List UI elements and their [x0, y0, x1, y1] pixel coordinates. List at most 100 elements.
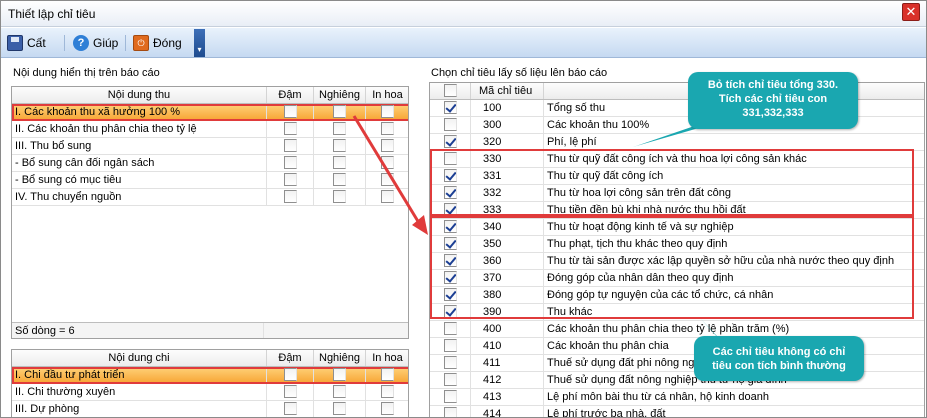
- toolbar: Cất ? Giúp ⏻ Đóng ▾: [1, 28, 926, 58]
- column-header-code[interactable]: Mã chỉ tiêu: [471, 83, 544, 99]
- italic-checkbox[interactable]: [333, 105, 346, 118]
- table-row[interactable]: IV. Thu chuyển nguồn: [12, 189, 408, 206]
- uppercase-checkbox[interactable]: [381, 139, 394, 152]
- bold-checkbox[interactable]: [283, 105, 297, 118]
- bold-cell: [267, 367, 314, 383]
- uppercase-cell: [366, 384, 408, 400]
- uppercase-checkbox[interactable]: [381, 122, 394, 135]
- select-all-header[interactable]: [430, 83, 471, 99]
- grid-footer: Số dòng = 6: [12, 322, 408, 338]
- table-row[interactable]: I. Các khoản thu xã hưởng 100 %: [12, 104, 408, 121]
- italic-checkbox[interactable]: [333, 122, 346, 135]
- checkbox-cell: [430, 372, 471, 388]
- close-button[interactable]: ⏻ Đóng: [133, 33, 182, 53]
- italic-checkbox[interactable]: [333, 156, 346, 169]
- indicator-code: 411: [471, 355, 544, 371]
- italic-cell: [314, 138, 366, 154]
- table-row[interactable]: III. Dự phòng: [12, 401, 408, 417]
- table-row[interactable]: II. Các khoản thu phân chia theo tỷ lệ: [12, 121, 408, 138]
- bold-checkbox[interactable]: [283, 368, 297, 381]
- column-header-uppercase[interactable]: In hoa: [366, 87, 408, 103]
- italic-checkbox[interactable]: [333, 385, 346, 398]
- title-bar: Thiết lập chỉ tiêu ✕: [1, 1, 926, 27]
- settings-window: Thiết lập chỉ tiêu ✕ Cất ? Giúp ⏻ Đóng ▾…: [0, 0, 927, 418]
- expense-content-grid: Nội dung chi Đậm Nghiêng In hoa I. Chi đ…: [11, 349, 409, 417]
- table-row[interactable]: - Bổ sung cân đối ngân sách: [12, 155, 408, 172]
- window-close-button[interactable]: ✕: [902, 3, 920, 21]
- left-section-label: Nội dung hiển thị trên báo cáo: [13, 67, 160, 79]
- column-header-italic[interactable]: Nghiêng: [314, 87, 366, 103]
- bold-cell: [267, 138, 314, 154]
- right-section-label: Chọn chỉ tiêu lấy số liệu lên báo cáo: [431, 67, 608, 79]
- indicator-code: 410: [471, 338, 544, 354]
- italic-cell: [314, 401, 366, 417]
- indicator-name: Lệ phí môn bài thu từ cá nhân, hộ kinh d…: [544, 389, 924, 405]
- toolbar-separator: [64, 35, 65, 51]
- help-icon: ?: [73, 35, 89, 51]
- uppercase-cell: [366, 155, 408, 171]
- column-header-name[interactable]: Nội dung chi: [12, 350, 267, 366]
- uppercase-checkbox[interactable]: [381, 190, 394, 203]
- indicator-checkbox[interactable]: [443, 407, 457, 417]
- help-button[interactable]: ? Giúp: [73, 33, 118, 53]
- indicator-checkbox[interactable]: [443, 373, 457, 386]
- italic-cell: [314, 121, 366, 137]
- italic-checkbox[interactable]: [333, 173, 346, 186]
- italic-cell: [314, 367, 366, 383]
- indicator-checkbox[interactable]: [443, 390, 457, 403]
- table-row[interactable]: II. Chi thường xuyên: [12, 384, 408, 401]
- checkbox-cell: [430, 338, 471, 354]
- uppercase-checkbox[interactable]: [381, 105, 394, 118]
- uppercase-checkbox[interactable]: [381, 156, 394, 169]
- uppercase-cell: [366, 367, 408, 383]
- table-row[interactable]: I. Chi đầu tư phát triển: [12, 367, 408, 384]
- callout-no-children: Các chỉ tiêu không có chỉ tiêu con tích …: [694, 336, 864, 381]
- row-name: III. Dự phòng: [12, 401, 267, 417]
- bold-checkbox[interactable]: [283, 139, 297, 152]
- save-button[interactable]: Cất: [7, 33, 46, 53]
- column-header-italic[interactable]: Nghiêng: [314, 350, 366, 366]
- uppercase-checkbox[interactable]: [381, 173, 394, 186]
- uppercase-checkbox[interactable]: [381, 402, 394, 415]
- italic-checkbox[interactable]: [333, 402, 346, 415]
- uppercase-cell: [366, 138, 408, 154]
- bold-checkbox[interactable]: [283, 173, 297, 186]
- italic-checkbox[interactable]: [333, 139, 346, 152]
- uppercase-checkbox[interactable]: [381, 385, 394, 398]
- column-header-bold[interactable]: Đậm: [267, 87, 314, 103]
- italic-checkbox[interactable]: [333, 190, 346, 203]
- indicator-checkbox[interactable]: [443, 135, 457, 148]
- uppercase-cell: [366, 104, 408, 120]
- indicator-checkbox[interactable]: [443, 356, 457, 369]
- table-row[interactable]: 414 Lệ phí trước bạ nhà, đất: [430, 406, 924, 417]
- toolbar-overflow-button[interactable]: ▾: [194, 29, 205, 57]
- checkbox-cell: [430, 117, 471, 133]
- bold-checkbox[interactable]: [283, 156, 297, 169]
- indicator-checkbox[interactable]: [443, 322, 457, 335]
- checkbox-cell: [430, 100, 471, 116]
- bold-checkbox[interactable]: [283, 190, 297, 203]
- column-header-uppercase[interactable]: In hoa: [366, 350, 408, 366]
- italic-cell: [314, 155, 366, 171]
- table-row[interactable]: 413 Lệ phí môn bài thu từ cá nhân, hộ kin…: [430, 389, 924, 406]
- column-header-bold[interactable]: Đậm: [267, 350, 314, 366]
- uppercase-cell: [366, 401, 408, 417]
- indicator-checkbox[interactable]: [443, 339, 457, 352]
- table-row[interactable]: - Bổ sung có mục tiêu: [12, 172, 408, 189]
- arrow-head: [412, 215, 428, 235]
- column-header-name[interactable]: Nội dung thu: [12, 87, 267, 103]
- select-all-checkbox[interactable]: [443, 84, 457, 97]
- bold-cell: [267, 189, 314, 205]
- table-row[interactable]: III. Thu bổ sung: [12, 138, 408, 155]
- bold-cell: [267, 401, 314, 417]
- bold-checkbox[interactable]: [283, 402, 297, 415]
- indicator-checkbox[interactable]: [443, 101, 457, 114]
- indicator-checkbox[interactable]: [443, 118, 457, 131]
- indicator-code: 413: [471, 389, 544, 405]
- uppercase-checkbox[interactable]: [381, 368, 394, 381]
- close-label: Đóng: [153, 36, 182, 50]
- bold-checkbox[interactable]: [283, 122, 297, 135]
- bold-checkbox[interactable]: [283, 385, 297, 398]
- row-name: I. Chi đầu tư phát triển: [12, 367, 267, 383]
- italic-checkbox[interactable]: [333, 368, 346, 381]
